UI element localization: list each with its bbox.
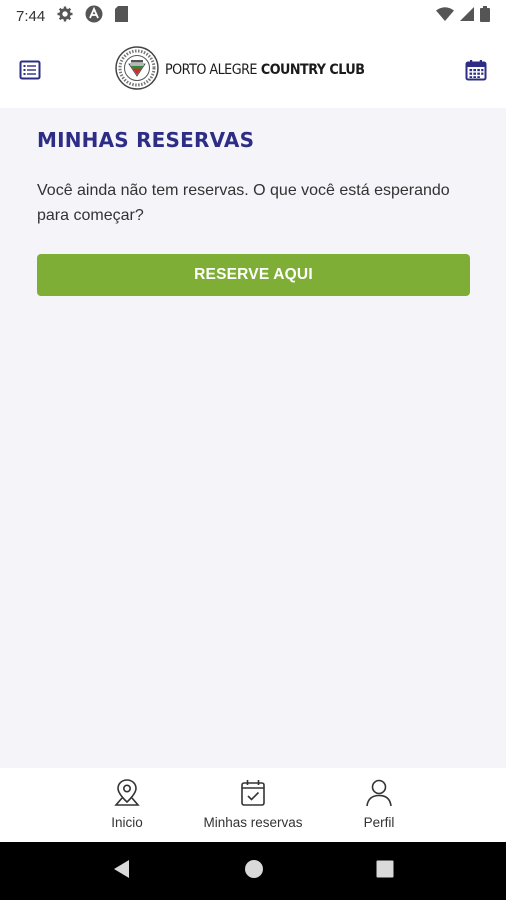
- page-title: MINHAS RESERVAS: [37, 128, 255, 152]
- list-icon[interactable]: [18, 58, 42, 82]
- nav-item-perfil[interactable]: Perfil: [324, 768, 434, 842]
- gear-icon: [57, 6, 73, 26]
- app-icon: [85, 5, 103, 27]
- sd-card-icon: [115, 6, 129, 26]
- status-time: 7:44: [16, 7, 46, 25]
- system-nav-bar: [0, 842, 506, 900]
- club-crest-icon: [114, 45, 159, 95]
- recents-icon[interactable]: [376, 860, 394, 883]
- wifi-icon: [436, 7, 454, 25]
- home-icon[interactable]: [244, 859, 264, 884]
- map-pin-icon: [112, 778, 142, 808]
- club-name: PORTO ALEGRE COUNTRY CLUB: [164, 62, 365, 78]
- user-icon: [364, 778, 394, 808]
- club-name-part-2: COUNTRY CLUB: [260, 62, 365, 78]
- calendar-icon[interactable]: [464, 58, 488, 82]
- main-content: MINHAS RESERVAS Você ainda não tem reser…: [0, 108, 506, 768]
- club-name-part-1: PORTO ALEGRE: [164, 62, 257, 78]
- nav-item-minhas-reservas[interactable]: Minhas reservas: [182, 768, 324, 842]
- nav-label-inicio: Inicio: [111, 815, 143, 830]
- status-bar: 7:44: [0, 0, 506, 32]
- empty-state-message: Você ainda não tem reservas. O que você …: [37, 182, 450, 224]
- calendar-check-icon: [238, 778, 268, 808]
- app-header: PORTO ALEGRE COUNTRY CLUB: [0, 32, 506, 108]
- nav-label-perfil: Perfil: [363, 815, 395, 830]
- reserve-button[interactable]: RESERVE AQUI: [37, 254, 470, 296]
- nav-label-minhas-reservas: Minhas reservas: [203, 815, 303, 830]
- nav-item-inicio[interactable]: Inicio: [72, 768, 182, 842]
- bottom-nav: Inicio Minhas reservas Perfil: [0, 768, 506, 842]
- back-icon[interactable]: [112, 859, 132, 884]
- battery-icon: [480, 6, 490, 26]
- club-logo: PORTO ALEGRE COUNTRY CLUB: [114, 45, 392, 95]
- signal-icon: [460, 7, 474, 25]
